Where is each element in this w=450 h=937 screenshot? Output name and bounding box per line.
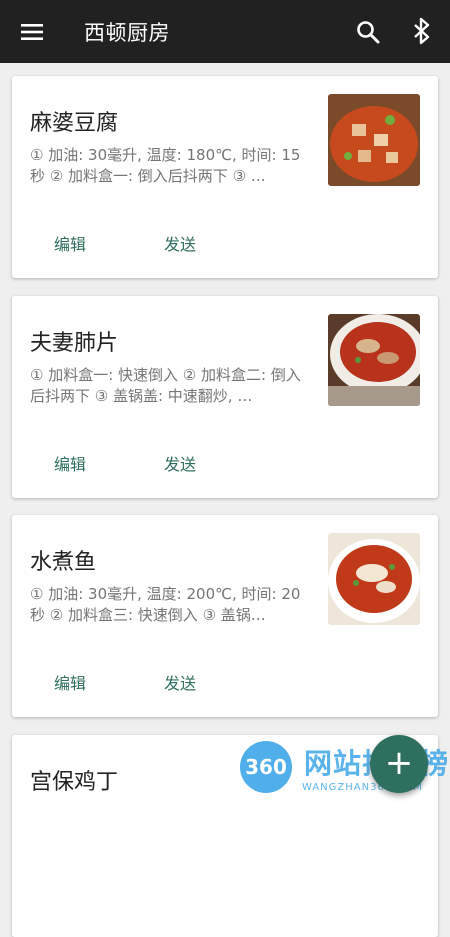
recipe-image [328,533,420,625]
edit-button[interactable]: 编辑 [54,670,86,694]
watermark-badge: 360 [240,741,292,793]
recipe-description: ① 加油: 30毫升, 温度: 180℃, 时间: 15秒 ② 加料盒一: 倒入… [30,146,301,185]
edit-button[interactable]: 编辑 [54,231,86,255]
recipe-image [328,94,420,186]
recipe-image [328,314,420,406]
plus-icon: + [384,743,414,783]
recipe-card[interactable]: 夫妻肺片 ① 加料盒一: 快速倒入 ② 加料盒二: 倒入后抖两下 ③ 盖锅盖: … [12,296,438,498]
recipe-card[interactable]: 麻婆豆腐 ① 加油: 30毫升, 温度: 180℃, 时间: 15秒 ② 加料盒… [12,76,438,278]
send-button[interactable]: 发送 [164,670,196,694]
edit-button[interactable]: 编辑 [54,451,86,475]
app-bar: 西顿厨房 [0,0,450,63]
recipe-name: 水煮鱼 [30,550,97,575]
bluetooth-icon[interactable] [410,17,434,45]
recipe-description: ① 加油: 30毫升, 温度: 200℃, 时间: 20秒 ② 加料盒三: 快速… [30,585,301,624]
recipe-description: ① 加料盒一: 快速倒入 ② 加料盒二: 倒入后抖两下 ③ 盖锅盖: 中速翻炒,… [30,366,301,405]
app-title: 西顿厨房 [84,21,170,45]
recipe-card[interactable]: 水煮鱼 ① 加油: 30毫升, 温度: 200℃, 时间: 20秒 ② 加料盒三… [12,515,438,717]
add-recipe-button[interactable]: + [370,735,428,793]
search-icon[interactable] [355,19,381,45]
send-button[interactable]: 发送 [164,231,196,255]
recipe-name: 麻婆豆腐 [30,111,119,136]
menu-icon[interactable] [20,20,44,44]
send-button[interactable]: 发送 [164,451,196,475]
recipe-name: 夫妻肺片 [30,331,119,356]
recipe-name: 宫保鸡丁 [30,770,119,795]
